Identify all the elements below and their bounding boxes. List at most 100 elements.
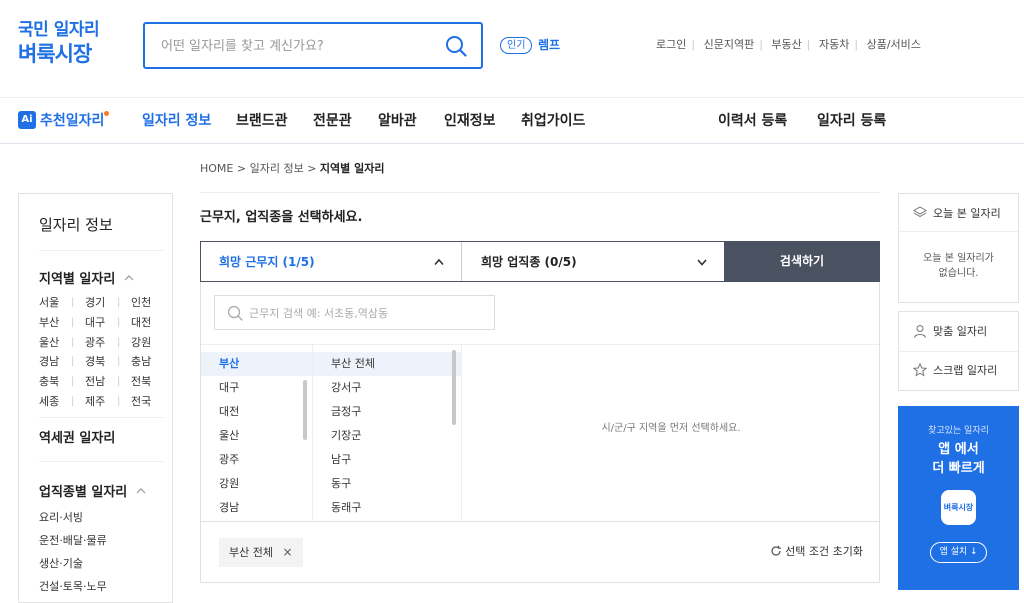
app-promo-banner[interactable]: 찾고있는 일자리 앱 에서 더 빠르게 벼룩시장 앱 설치 ↓	[898, 406, 1019, 590]
recent-viewed-title[interactable]: 오늘 본 일자리	[899, 194, 1018, 234]
sidebar-section-station[interactable]: 역세권 일자리	[39, 427, 115, 446]
search-button[interactable]: 검색하기	[724, 241, 880, 282]
divider	[899, 231, 1018, 232]
region-link[interactable]: 인천	[131, 293, 163, 313]
app-logo-icon: 벼룩시장	[941, 490, 976, 525]
region-row: 울산 | 광주 | 강원	[39, 333, 164, 353]
job-category-link[interactable]: 건설·토목·노무	[39, 580, 107, 594]
popular-badge: 인기	[500, 37, 533, 54]
nav-item-parttime[interactable]: 알바관	[378, 111, 417, 131]
gu-option[interactable]: 동래구	[313, 496, 461, 520]
nav-bottom-divider	[0, 143, 1024, 144]
nav-item-recommend[interactable]: 추천일자리	[40, 111, 104, 131]
goods-services-link[interactable]: 상품/서비스	[867, 38, 921, 51]
job-selector[interactable]: 희망 업직종 (0/5)	[463, 242, 724, 281]
promo-small-text: 찾고있는 일자리	[928, 426, 989, 436]
nav-item-career-guide[interactable]: 취업가이드	[521, 111, 585, 131]
region-link[interactable]: 광주	[85, 333, 117, 353]
sido-option[interactable]: 경남	[201, 496, 312, 520]
sidebar-section-region[interactable]: 지역별 일자리	[39, 268, 134, 287]
sido-option[interactable]: 강원	[201, 472, 312, 496]
job-category-link[interactable]: 운전·배달·물류	[39, 534, 107, 548]
job-category-link[interactable]: 요리·서빙	[39, 511, 83, 525]
breadcrumb-level1[interactable]: 일자리 정보	[250, 162, 304, 175]
region-link[interactable]: 전북	[131, 372, 163, 392]
close-icon[interactable]: ×	[282, 545, 292, 559]
sidebar-title: 일자리 정보	[39, 216, 113, 234]
chevron-up-icon	[434, 258, 444, 266]
gu-option[interactable]: 남구	[313, 448, 461, 472]
search-icon[interactable]	[445, 35, 467, 57]
sido-option[interactable]: 대구	[201, 376, 312, 400]
sido-option[interactable]: 광주	[201, 448, 312, 472]
refresh-icon	[771, 545, 782, 556]
newspaper-region-link[interactable]: 신문지역판	[704, 38, 755, 51]
main-search-input[interactable]	[161, 35, 431, 57]
scrap-jobs-link[interactable]: 스크랩 일자리	[899, 351, 1018, 391]
nav-item-job-info[interactable]: 일자리 정보	[142, 111, 211, 131]
nav-item-register-resume[interactable]: 이력서 등록	[718, 111, 787, 131]
gu-option[interactable]: 기장군	[313, 424, 461, 448]
breadcrumb-divider	[200, 192, 880, 193]
new-dot-icon	[104, 111, 109, 116]
region-link[interactable]: 제주	[85, 392, 117, 412]
divider: |	[691, 38, 696, 51]
top-utility-links: 로그인 | 신문지역판 | 부동산 | 자동차 | 상품/서비스	[656, 37, 921, 53]
region-link[interactable]: 전남	[85, 372, 117, 392]
job-category-link[interactable]: 생산·기술	[39, 557, 83, 571]
region-link[interactable]: 세종	[39, 392, 71, 412]
sido-option[interactable]: 울산	[201, 424, 312, 448]
nav-top-divider	[0, 97, 1024, 98]
region-link[interactable]: 대전	[131, 313, 163, 333]
reset-button[interactable]: 선택 조건 초기화	[770, 545, 863, 559]
breadcrumb-home[interactable]: HOME	[200, 162, 233, 175]
nav-item-talent[interactable]: 인재정보	[444, 111, 496, 131]
region-link[interactable]: 대구	[85, 313, 117, 333]
custom-jobs-link[interactable]: 맞춤 일자리	[899, 312, 1018, 352]
site-logo[interactable]: 국민 일자리 벼룩시장	[18, 20, 128, 67]
chevron-up-icon	[124, 275, 134, 281]
gu-list[interactable]: 부산 전체 강서구 금정구 기장군 남구 동구 동래구	[313, 345, 462, 521]
region-link[interactable]: 울산	[39, 333, 71, 353]
gu-option[interactable]: 금정구	[313, 400, 461, 424]
sido-list[interactable]: 인천 부산 대구 대전 울산 광주 강원 경남	[201, 345, 313, 521]
popular-keyword-link[interactable]: 렘프	[538, 37, 560, 54]
location-selector[interactable]: 희망 근무지 (1/5)	[201, 242, 462, 281]
region-row: 경남 | 경북 | 충남	[39, 352, 164, 372]
region-row: 부산 | 대구 | 대전	[39, 313, 164, 333]
region-link[interactable]: 경북	[85, 352, 117, 372]
divider	[39, 417, 164, 418]
gu-option[interactable]: 동구	[313, 472, 461, 496]
nav-item-brand[interactable]: 브랜드관	[236, 111, 288, 131]
app-install-button[interactable]: 앱 설치 ↓	[930, 542, 987, 563]
region-link[interactable]: 부산	[39, 313, 71, 333]
region-row: 서울 | 경기 | 인천	[39, 293, 164, 313]
region-link[interactable]: 강원	[131, 333, 163, 353]
location-selector-label: 희망 근무지 (1/5)	[219, 255, 315, 269]
car-link[interactable]: 자동차	[819, 38, 849, 51]
job-selector-label: 희망 업직종 (0/5)	[481, 255, 577, 269]
sido-scrollbar[interactable]	[303, 380, 307, 440]
sidebar-section-job[interactable]: 업직종별 일자리	[39, 481, 146, 500]
sido-option[interactable]: 대전	[201, 400, 312, 424]
promo-headline: 앱 에서 더 빠르게	[898, 440, 1019, 478]
region-link[interactable]: 서울	[39, 293, 71, 313]
sido-option[interactable]: 인천	[201, 345, 312, 352]
real-estate-link[interactable]: 부동산	[771, 38, 801, 51]
sido-option-selected[interactable]: 부산	[201, 352, 312, 376]
location-search-input[interactable]	[249, 304, 489, 322]
gu-option-selected[interactable]: 부산 전체	[313, 352, 461, 376]
nav-item-register-job[interactable]: 일자리 등록	[817, 111, 886, 131]
page-title: 근무지, 업직종을 선택하세요.	[200, 210, 363, 225]
login-link[interactable]: 로그인	[656, 38, 686, 51]
layers-icon	[913, 206, 927, 218]
gu-option[interactable]: 강서구	[313, 376, 461, 400]
region-link[interactable]: 충북	[39, 372, 71, 392]
gu-scrollbar[interactable]	[452, 350, 456, 425]
region-link[interactable]: 전국	[131, 392, 163, 412]
nav-item-specialty[interactable]: 전문관	[313, 111, 352, 131]
breadcrumb: HOME > 일자리 정보 > 지역별 일자리	[200, 162, 384, 176]
region-link[interactable]: 충남	[131, 352, 163, 372]
region-link[interactable]: 경기	[85, 293, 117, 313]
region-link[interactable]: 경남	[39, 352, 71, 372]
